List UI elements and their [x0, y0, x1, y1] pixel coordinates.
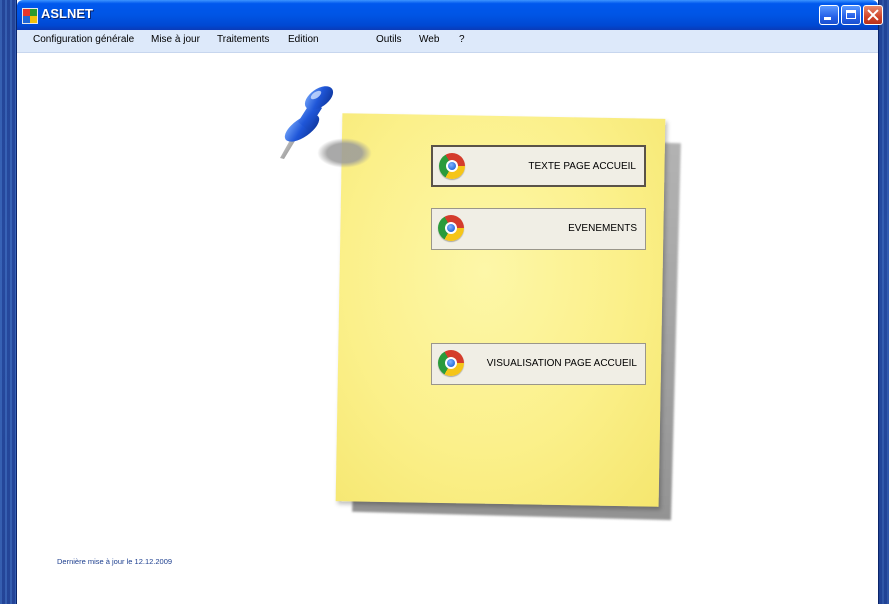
menu-traitements[interactable]: Traitements: [217, 34, 269, 45]
minimize-button[interactable]: [819, 5, 839, 25]
window-title: ASLNET: [41, 6, 93, 21]
chrome-icon: [439, 153, 465, 179]
button-label: TEXTE PAGE ACCUEIL: [528, 161, 636, 172]
menu-web[interactable]: Web: [419, 34, 439, 45]
maximize-button[interactable]: [841, 5, 861, 25]
last-update-label: Dernière mise à jour le 12.12.2009: [57, 557, 173, 566]
menu-edition[interactable]: Edition: [288, 34, 319, 45]
visualisation-page-accueil-button[interactable]: VISUALISATION PAGE ACCUEIL: [431, 343, 646, 385]
button-label: VISUALISATION PAGE ACCUEIL: [486, 358, 637, 369]
evenements-button[interactable]: EVENEMENTS: [431, 208, 646, 250]
menu-outils[interactable]: Outils: [376, 34, 402, 45]
title-bar[interactable]: ASLNET: [17, 0, 883, 30]
menu-mise-a-jour[interactable]: Mise à jour: [151, 34, 200, 45]
menu-configuration-generale[interactable]: Configuration générale: [33, 34, 134, 45]
desktop-background-left: [0, 0, 16, 604]
button-label: EVENEMENTS: [568, 223, 637, 234]
app-icon[interactable]: [22, 8, 38, 24]
menu-bar: Configuration générale Mise à jour Trait…: [17, 30, 878, 53]
pushpin-icon: [280, 86, 334, 159]
desktop-background-right: [877, 0, 889, 604]
chrome-icon: [438, 215, 464, 241]
menu-help[interactable]: ?: [459, 34, 465, 45]
app-window: ASLNET Configuration générale Mise à jou…: [17, 0, 883, 604]
close-button[interactable]: [863, 5, 883, 25]
chrome-icon: [438, 350, 464, 376]
texte-page-accueil-button[interactable]: TEXTE PAGE ACCUEIL: [431, 145, 646, 187]
main-content: TEXTE PAGE ACCUEIL EVENEMENTS VISUALISAT…: [17, 53, 878, 604]
